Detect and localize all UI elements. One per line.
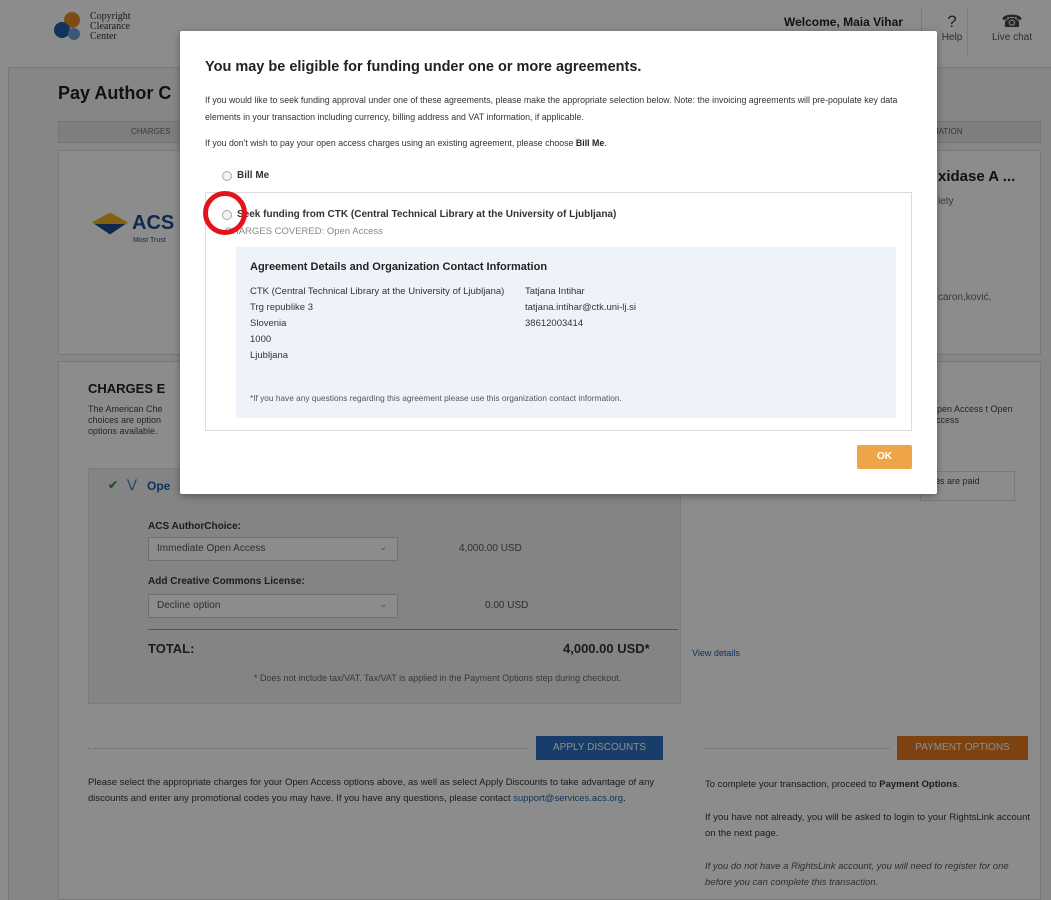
organization-contact: Tatjana Intihar tatjana.intihar@ctk.uni-… xyxy=(525,284,636,332)
organization-address: CTK (Central Technical Library at the Un… xyxy=(250,286,505,361)
contact-email: tatjana.intihar@ctk.uni-lj.si xyxy=(525,302,637,313)
annotation-highlight-circle xyxy=(203,191,247,235)
agreement-contact-note: *If you have any questions regarding thi… xyxy=(250,393,622,403)
bill-me-radio[interactable] xyxy=(222,171,232,181)
modal-intro: If you would like to seek funding approv… xyxy=(205,95,898,122)
modal-bill-me-prompt: If you don't wish to pay your open acces… xyxy=(205,138,607,148)
contact-name: Tatjana Intihar xyxy=(525,286,585,297)
ok-button[interactable]: OK xyxy=(857,445,912,469)
modal-title: You may be eligible for funding under on… xyxy=(205,59,642,75)
bill-me-label[interactable]: Bill Me xyxy=(237,170,269,181)
agreement-details-heading: Agreement Details and Organization Conta… xyxy=(250,261,548,273)
funding-agreements-modal: You may be eligible for funding under on… xyxy=(180,31,937,494)
contact-phone: 38612003414 xyxy=(525,318,584,329)
ctk-funding-label[interactable]: Seek funding from CTK (Central Technical… xyxy=(237,209,616,220)
charges-covered: CHARGES COVERED: Open Access xyxy=(225,226,383,237)
